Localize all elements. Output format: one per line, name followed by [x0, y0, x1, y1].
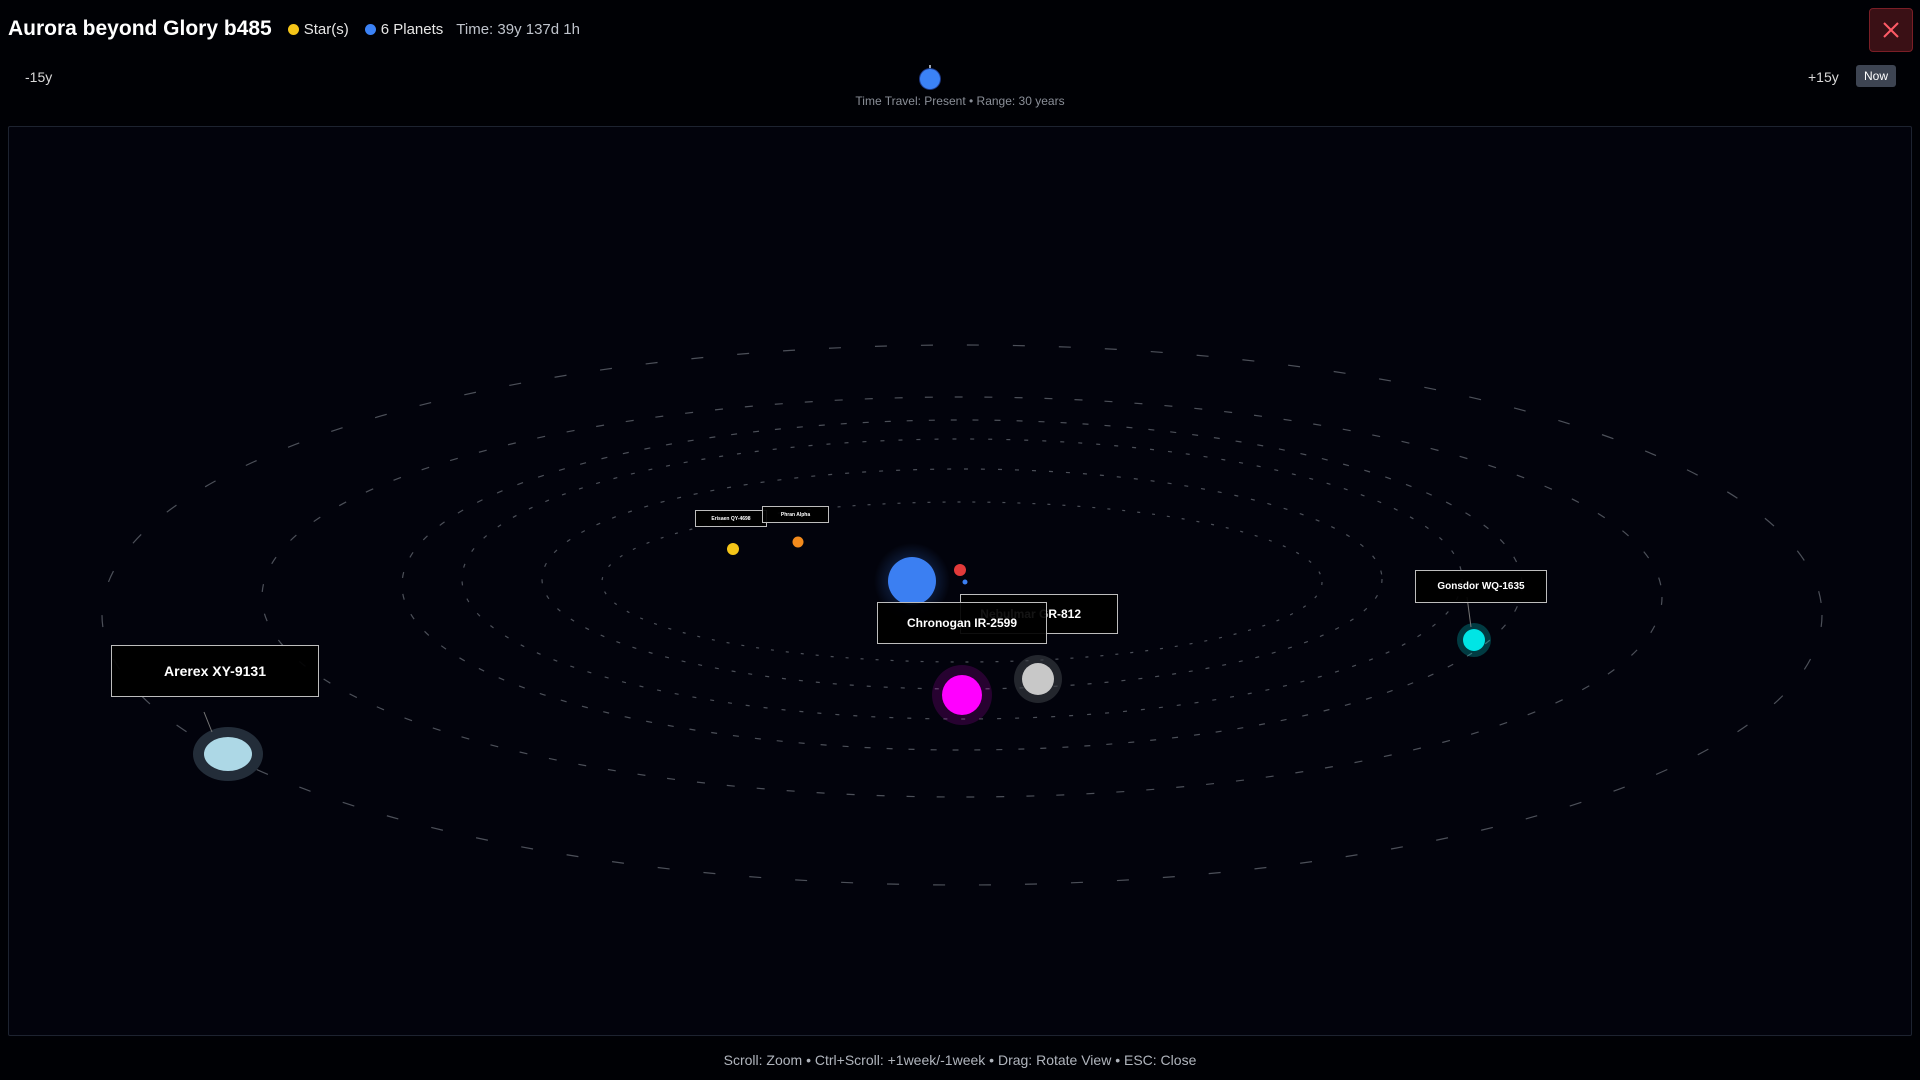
controls-hint: Scroll: Zoom • Ctrl+Scroll: +1week/-1wee… — [723, 1052, 1197, 1068]
orbit-scene — [101, 344, 1823, 886]
legend-planets-label: 6 Planets — [380, 20, 444, 38]
central-star — [888, 557, 936, 605]
now-button[interactable]: Now — [1856, 65, 1896, 87]
system-title: Aurora beyond Glory b485 — [8, 17, 272, 40]
close-button[interactable] — [1869, 8, 1913, 52]
moon-blue — [962, 579, 968, 585]
planet-small-orange — [792, 536, 804, 548]
timeline-max-label: +15y — [1808, 69, 1839, 85]
legend-planets: 6 Planets — [364, 20, 444, 38]
label-arerex[interactable]: Arerex XY-9131 — [111, 645, 319, 697]
moon-red — [954, 564, 966, 576]
close-icon — [1883, 22, 1899, 38]
planet-arerex — [204, 737, 252, 771]
label-small-2[interactable]: Phran Alpha — [762, 506, 829, 523]
system-view-canvas[interactable]: Arerex XY-9131 Nebulmar GR-812 Chronogan… — [8, 126, 1912, 1036]
planet-small-yellow — [727, 543, 739, 555]
planet-nebulmar — [1022, 663, 1054, 695]
planet-gonsdor — [1463, 629, 1485, 651]
slider-thumb[interactable] — [920, 69, 940, 89]
planet-chronogan — [942, 675, 982, 715]
timeline-min-label: -15y — [25, 69, 53, 85]
label-small-1[interactable]: Erisaen QY-4698 — [695, 510, 767, 527]
simulation-time: Time: 39y 137d 1h — [456, 20, 580, 38]
time-travel-slider[interactable]: -15y +15y Now Time Travel: Present • Ran… — [0, 60, 1920, 112]
legend-stars: Star(s) — [287, 20, 349, 38]
orbit-ring-2 — [541, 468, 1383, 690]
planet-dot-icon — [364, 23, 376, 35]
label-gonsdor[interactable]: Gonsdor WQ-1635 — [1415, 570, 1547, 603]
arerex-tether — [203, 711, 213, 733]
star-dot-icon — [287, 23, 299, 35]
time-travel-caption: Time Travel: Present • Range: 30 years — [855, 94, 1065, 108]
header-bar: Aurora beyond Glory b485 Star(s) 6 Plane… — [8, 14, 580, 44]
legend-stars-label: Star(s) — [303, 20, 349, 38]
label-chronogan[interactable]: Chronogan IR-2599 — [877, 602, 1047, 644]
